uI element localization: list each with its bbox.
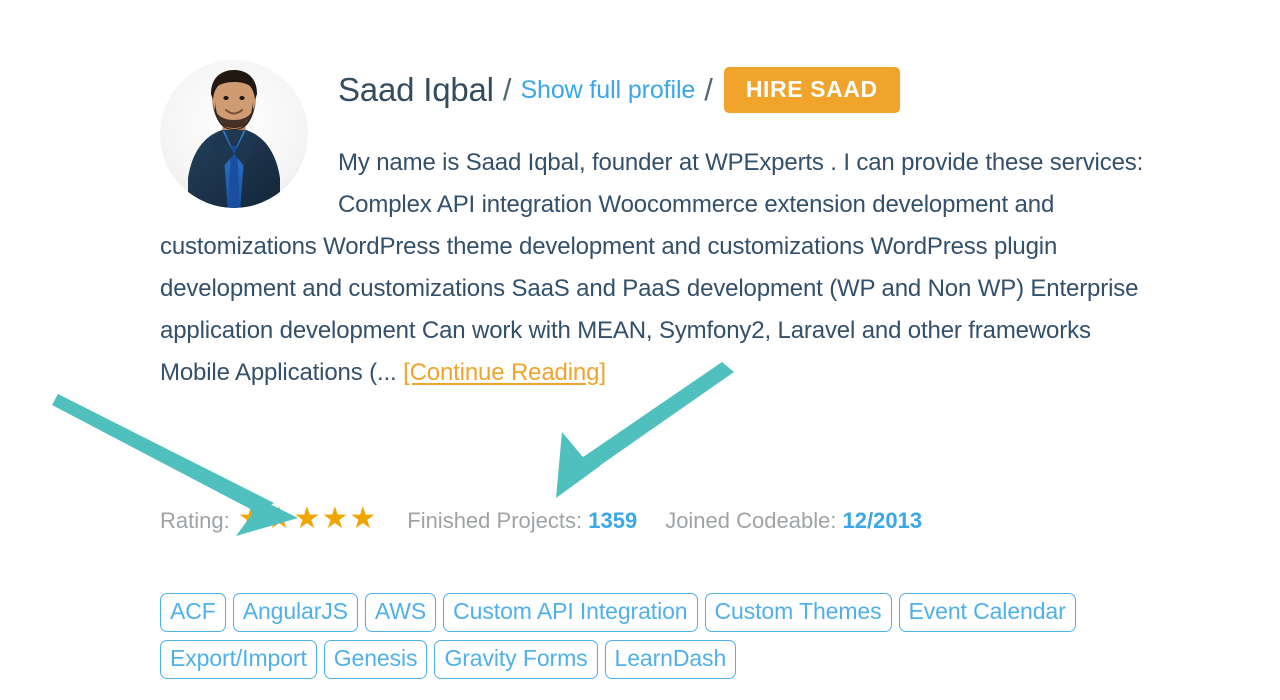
joined-label: Joined Codeable: bbox=[665, 508, 837, 533]
hire-button[interactable]: HIRE SAAD bbox=[723, 67, 900, 113]
show-full-profile-link[interactable]: Show full profile bbox=[520, 76, 695, 105]
joined-group: Joined Codeable: 12/2013 bbox=[665, 508, 922, 534]
skill-tag[interactable]: Custom Themes bbox=[704, 593, 892, 632]
bio-paragraph: My name is Saad Iqbal, founder at WPExpe… bbox=[160, 120, 1150, 394]
skill-tag[interactable]: LearnDash bbox=[604, 640, 737, 679]
star-icon: ★ bbox=[293, 502, 321, 535]
star-icon: ★ bbox=[321, 502, 349, 535]
finished-projects-value: 1359 bbox=[588, 508, 638, 533]
skill-tag-list: ACF AngularJS AWS Custom API Integration Cus… bbox=[160, 593, 1140, 679]
skill-tag[interactable]: Gravity Forms bbox=[434, 640, 598, 679]
star-icon: ★ bbox=[349, 502, 377, 535]
page-title: Saad Iqbal bbox=[338, 71, 494, 108]
skill-tag[interactable]: AWS bbox=[364, 593, 437, 632]
rating-label: Rating: bbox=[160, 508, 230, 533]
skill-tag[interactable]: Export/Import bbox=[160, 640, 317, 679]
skill-tag[interactable]: Genesis bbox=[323, 640, 428, 679]
profile-page: Saad Iqbal / Show full profile / HIRE SA… bbox=[0, 0, 1280, 700]
rating-group: Rating: ★ ★ ★ ★ ★ bbox=[160, 502, 379, 535]
bio-text: My name is Saad Iqbal, founder at WPExpe… bbox=[160, 149, 1144, 386]
rating-stars: ★ ★ ★ ★ ★ bbox=[237, 502, 378, 535]
profile-header: Saad Iqbal / Show full profile / HIRE SA… bbox=[338, 60, 1150, 120]
finished-projects-group: Finished Projects: 1359 bbox=[407, 508, 637, 534]
finished-projects-label: Finished Projects: bbox=[407, 508, 583, 533]
separator-1: / bbox=[502, 72, 512, 107]
skill-tag[interactable]: AngularJS bbox=[232, 593, 358, 632]
avatar[interactable] bbox=[160, 60, 308, 208]
skill-tag[interactable]: Custom API Integration bbox=[443, 593, 698, 632]
avatar-photo-icon bbox=[160, 60, 308, 208]
skill-tag[interactable]: ACF bbox=[160, 593, 226, 632]
star-icon: ★ bbox=[265, 502, 293, 535]
star-icon: ★ bbox=[237, 502, 265, 535]
joined-value: 12/2013 bbox=[842, 508, 923, 533]
skill-tag[interactable]: Event Calendar bbox=[898, 593, 1076, 632]
profile-stats: Rating: ★ ★ ★ ★ ★ Finished Projects: 1359 Jo… bbox=[160, 502, 922, 535]
separator-2: / bbox=[704, 72, 713, 107]
continue-reading-link[interactable]: [Continue Reading] bbox=[403, 359, 606, 386]
freelancer-profile-card: Saad Iqbal / Show full profile / HIRE SA… bbox=[160, 60, 1150, 394]
